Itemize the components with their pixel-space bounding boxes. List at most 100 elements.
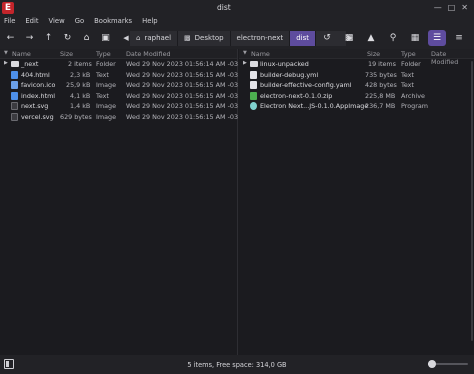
title-bar: E dist — □ ✕ <box>0 0 474 15</box>
file-size: 25,9 kB <box>66 81 91 89</box>
app-icon[interactable]: E <box>2 1 14 14</box>
svg-file-icon <box>11 112 18 121</box>
status-text: 5 items, Free space: 314,0 GB <box>187 360 287 369</box>
column-size-header[interactable]: Size <box>367 50 380 58</box>
breadcrumb-electron-next[interactable]: electron-next <box>230 30 291 46</box>
file-name: favicon.ico <box>21 81 56 89</box>
scrollbar[interactable] <box>471 61 473 341</box>
list-item[interactable]: ▶ _next 2 items Folder Wed 29 Nov 2023 0… <box>0 59 239 70</box>
menu-go[interactable]: Go <box>75 17 84 25</box>
list-item[interactable]: next.svg 1,4 kB Image Wed 29 Nov 2023 01… <box>0 101 239 112</box>
list-item[interactable]: 404.html 2,3 kB Text Wed 29 Nov 2023 01:… <box>0 70 239 81</box>
status-bar: 5 items, Free space: 314,0 GB <box>0 355 474 374</box>
new-folder-icon[interactable]: ▲ <box>362 30 380 46</box>
breadcrumb-label: electron-next <box>236 34 284 42</box>
breadcrumb-desktop[interactable]: ▩ Desktop <box>178 30 231 46</box>
file-name: vercel.svg <box>21 112 54 121</box>
sort-down-icon[interactable]: ▼ <box>4 50 8 56</box>
back-icon[interactable]: ← <box>2 30 19 46</box>
breadcrumb-dist[interactable]: dist <box>290 30 316 46</box>
text-file-icon <box>250 70 257 79</box>
appimage-file-icon <box>250 102 257 110</box>
svg-file-icon <box>11 102 18 110</box>
menu-help[interactable]: Help <box>142 17 158 25</box>
expand-arrow-icon[interactable]: ▶ <box>4 60 8 66</box>
toolbar: ← → ↑ ↻ ⌂ ▣ ◀ ⌂ raphael ▩ Desktop electr… <box>0 27 474 49</box>
maximize-button[interactable]: □ <box>448 3 456 13</box>
breadcrumb-left-arrow-icon[interactable]: ◀ <box>122 34 130 42</box>
right-pane[interactable]: ▼ Name Size Type Date Modified ▶ linux-u… <box>239 49 474 355</box>
column-type-header[interactable]: Type <box>401 50 416 58</box>
list-item[interactable]: Electron Next...JS-0.1.0.AppImage 236,7 … <box>239 101 474 112</box>
search-icon[interactable]: ⚲ <box>384 30 402 46</box>
file-size: 2,3 kB <box>70 70 91 79</box>
file-type: Folder <box>96 60 116 68</box>
terminal-icon[interactable]: ▩ <box>340 30 358 46</box>
menu-bar: File Edit View Go Bookmarks Help <box>0 15 474 27</box>
home-icon[interactable]: ⌂ <box>78 30 95 46</box>
up-icon[interactable]: ↑ <box>40 30 57 46</box>
list-item[interactable]: vercel.svg 629 bytes Image Wed 29 Nov 20… <box>0 112 238 123</box>
text-file-icon <box>250 81 257 89</box>
icon-view-icon[interactable]: ▦ <box>406 30 424 46</box>
computer-icon[interactable]: ▣ <box>97 30 114 46</box>
breadcrumb-label: dist <box>296 34 309 42</box>
forward-icon[interactable]: → <box>21 30 38 46</box>
file-size: 19 items <box>368 60 396 68</box>
menu-edit[interactable]: Edit <box>25 17 38 25</box>
file-type: Image <box>96 102 117 110</box>
file-name: _next <box>21 60 39 68</box>
folder-icon <box>11 61 19 67</box>
close-button[interactable]: ✕ <box>461 3 468 13</box>
column-name-header[interactable]: Name <box>12 50 31 58</box>
breadcrumb-label: raphael <box>144 34 172 42</box>
archive-file-icon <box>250 91 257 100</box>
column-name-header[interactable]: Name <box>251 50 270 58</box>
file-size: 4,1 kB <box>70 91 91 100</box>
file-type: Text <box>401 81 414 89</box>
column-type-header[interactable]: Type <box>96 50 111 58</box>
file-date: Wed 29 Nov 2023 01:56:15 AM -03 <box>126 70 239 79</box>
file-date: Wed 29 Nov 2023 01:56:15 AM -03 <box>126 91 239 100</box>
column-header: ▼ Name Size Type Date Modified <box>0 49 237 59</box>
column-size-header[interactable]: Size <box>60 50 73 58</box>
file-size: 629 bytes <box>60 112 92 121</box>
zoom-handle[interactable] <box>428 360 436 368</box>
file-date: Wed 29 Nov 2023 01:56:15 AM -03 <box>126 102 239 110</box>
expand-arrow-icon[interactable]: ▶ <box>243 60 247 66</box>
list-item[interactable]: builder-effective-config.yaml 428 bytes … <box>239 80 474 91</box>
file-name: linux-unpacked <box>260 60 309 68</box>
menu-view[interactable]: View <box>49 17 65 25</box>
file-type: Archive <box>401 91 425 100</box>
sidebar-toggle-icon[interactable] <box>4 359 14 369</box>
zoom-slider[interactable] <box>428 360 468 368</box>
file-type: Folder <box>401 60 421 68</box>
list-view-icon[interactable]: ☰ <box>428 30 446 46</box>
column-date-header[interactable]: Date Modified <box>126 50 171 58</box>
file-name: builder-debug.yml <box>260 70 319 79</box>
file-date: Wed 29 Nov 2023 01:56:14 AM -03 <box>126 60 239 68</box>
toggle-location-icon[interactable]: ↺ <box>318 30 336 46</box>
list-item[interactable]: ▶ linux-unpacked 19 items Folder <box>239 59 474 70</box>
file-size: 735 bytes <box>365 70 397 79</box>
list-item[interactable]: favicon.ico 25,9 kB Image Wed 29 Nov 202… <box>0 80 238 91</box>
file-size: 2 items <box>68 60 92 68</box>
left-pane[interactable]: ▼ Name Size Type Date Modified ▶ _next 2… <box>0 49 238 355</box>
menu-file[interactable]: File <box>4 17 15 25</box>
file-name: 404.html <box>21 70 50 79</box>
menu-bookmarks[interactable]: Bookmarks <box>94 17 132 25</box>
reload-icon[interactable]: ↻ <box>59 30 76 46</box>
file-type: Text <box>401 70 414 79</box>
minimize-button[interactable]: — <box>434 3 442 13</box>
zoom-track <box>428 360 468 368</box>
file-size: 1,4 kB <box>70 102 91 110</box>
desktop-folder-icon: ▩ <box>184 34 191 42</box>
image-file-icon <box>11 81 18 89</box>
list-item[interactable]: electron-next-0.1.0.zip 225,8 MB Archive <box>239 91 474 102</box>
list-item[interactable]: builder-debug.yml 735 bytes Text <box>239 70 474 81</box>
breadcrumb-raphael[interactable]: ⌂ raphael <box>130 30 179 46</box>
list-item[interactable]: index.html 4,1 kB Text Wed 29 Nov 2023 0… <box>0 91 239 102</box>
sort-down-icon[interactable]: ▼ <box>243 50 247 56</box>
file-name: Electron Next...JS-0.1.0.AppImage <box>260 102 369 110</box>
compact-view-icon[interactable]: ≡ <box>450 30 468 46</box>
